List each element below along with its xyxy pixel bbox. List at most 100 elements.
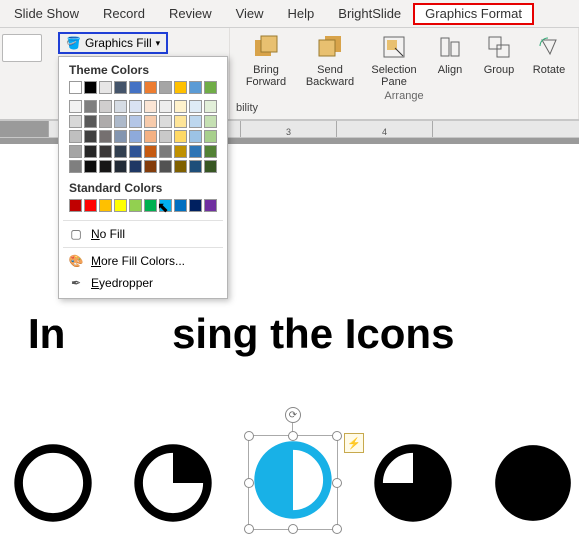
color-swatch[interactable]: [99, 81, 112, 94]
color-swatch[interactable]: [144, 145, 157, 158]
color-swatch[interactable]: [84, 100, 97, 113]
color-swatch[interactable]: [159, 100, 172, 113]
color-swatch[interactable]: [174, 199, 187, 212]
resize-handle[interactable]: [332, 524, 342, 534]
more-fill-colors-item[interactable]: 🎨 More Fill Colors...: [59, 250, 227, 272]
color-swatch[interactable]: [84, 130, 97, 143]
tab-brightslide[interactable]: BrightSlide: [326, 0, 413, 27]
tab-help[interactable]: Help: [276, 0, 327, 27]
eyedropper-item[interactable]: ✒ Eyedropper: [59, 272, 227, 294]
color-swatch[interactable]: [204, 81, 217, 94]
color-swatch[interactable]: [69, 81, 82, 94]
align-button[interactable]: Align: [430, 32, 470, 88]
color-swatch[interactable]: [84, 115, 97, 128]
color-swatch[interactable]: [114, 160, 127, 173]
color-swatch[interactable]: [174, 145, 187, 158]
color-swatch[interactable]: [114, 81, 127, 94]
color-swatch[interactable]: [99, 130, 112, 143]
color-swatch[interactable]: [69, 130, 82, 143]
color-swatch[interactable]: [129, 81, 142, 94]
resize-handle[interactable]: [332, 478, 342, 488]
color-swatch[interactable]: [159, 160, 172, 173]
color-swatch[interactable]: [114, 130, 127, 143]
color-swatch[interactable]: [84, 81, 97, 94]
color-swatch[interactable]: [159, 115, 172, 128]
no-fill-item[interactable]: ▢ No Fill: [59, 223, 227, 245]
selected-shape[interactable]: ⟳ ⚡: [250, 437, 336, 528]
color-swatch[interactable]: [144, 115, 157, 128]
color-swatch[interactable]: [174, 130, 187, 143]
color-swatch[interactable]: [204, 100, 217, 113]
color-swatch[interactable]: [204, 145, 217, 158]
color-swatch[interactable]: [204, 115, 217, 128]
color-swatch[interactable]: [99, 145, 112, 158]
color-swatch[interactable]: [174, 115, 187, 128]
color-swatch[interactable]: [114, 115, 127, 128]
graphics-fill-button[interactable]: 🪣 Graphics Fill ▾: [58, 32, 168, 54]
color-swatch[interactable]: [189, 115, 202, 128]
color-swatch[interactable]: [129, 115, 142, 128]
color-swatch[interactable]: [99, 115, 112, 128]
color-swatch[interactable]: [144, 81, 157, 94]
send-backward-button[interactable]: Send Backward: [302, 32, 358, 88]
color-swatch[interactable]: [159, 199, 172, 212]
color-swatch[interactable]: [99, 160, 112, 173]
tab-record[interactable]: Record: [91, 0, 157, 27]
resize-handle[interactable]: [288, 431, 298, 441]
color-swatch[interactable]: [84, 160, 97, 173]
color-swatch[interactable]: [69, 115, 82, 128]
color-swatch[interactable]: [84, 145, 97, 158]
color-swatch[interactable]: [99, 199, 112, 212]
resize-handle[interactable]: [244, 478, 254, 488]
circle-icon-empty[interactable]: [10, 440, 96, 526]
color-swatch[interactable]: [189, 199, 202, 212]
bring-forward-button[interactable]: Bring Forward: [238, 32, 294, 88]
color-swatch[interactable]: [129, 130, 142, 143]
color-swatch[interactable]: [99, 100, 112, 113]
selection-pane-button[interactable]: Selection Pane: [366, 32, 422, 88]
color-swatch[interactable]: [114, 145, 127, 158]
color-swatch[interactable]: [204, 160, 217, 173]
color-swatch[interactable]: [174, 160, 187, 173]
color-swatch[interactable]: [114, 100, 127, 113]
color-swatch[interactable]: [144, 130, 157, 143]
color-swatch[interactable]: [144, 199, 157, 212]
group-button[interactable]: Group: [478, 32, 520, 88]
color-swatch[interactable]: [144, 100, 157, 113]
color-swatch[interactable]: [189, 130, 202, 143]
color-swatch[interactable]: [159, 81, 172, 94]
color-swatch[interactable]: [114, 199, 127, 212]
color-swatch[interactable]: [189, 81, 202, 94]
color-swatch[interactable]: [189, 100, 202, 113]
color-swatch[interactable]: [174, 81, 187, 94]
color-swatch[interactable]: [69, 199, 82, 212]
smart-tag-icon[interactable]: ⚡: [344, 433, 364, 453]
color-swatch[interactable]: [159, 130, 172, 143]
rotate-handle-icon[interactable]: ⟳: [285, 407, 301, 423]
color-swatch[interactable]: [69, 160, 82, 173]
color-swatch[interactable]: [204, 130, 217, 143]
color-swatch[interactable]: [144, 160, 157, 173]
color-swatch[interactable]: [159, 145, 172, 158]
resize-handle[interactable]: [332, 431, 342, 441]
color-swatch[interactable]: [129, 160, 142, 173]
resize-handle[interactable]: [288, 524, 298, 534]
color-swatch[interactable]: [174, 100, 187, 113]
circle-icon-quarter[interactable]: [130, 440, 216, 526]
tab-review[interactable]: Review: [157, 0, 224, 27]
color-swatch[interactable]: [84, 199, 97, 212]
circle-icon-full[interactable]: [490, 440, 576, 526]
tab-slide-show[interactable]: Slide Show: [2, 0, 91, 27]
circle-icon-three-quarter[interactable]: [370, 440, 456, 526]
color-swatch[interactable]: [189, 160, 202, 173]
tab-graphics-format[interactable]: Graphics Format: [413, 3, 534, 25]
color-swatch[interactable]: [204, 199, 217, 212]
resize-handle[interactable]: [244, 431, 254, 441]
color-swatch[interactable]: [69, 100, 82, 113]
color-swatch[interactable]: [129, 100, 142, 113]
resize-handle[interactable]: [244, 524, 254, 534]
color-swatch[interactable]: [189, 145, 202, 158]
color-swatch[interactable]: [69, 145, 82, 158]
color-swatch[interactable]: [129, 199, 142, 212]
tab-view[interactable]: View: [224, 0, 276, 27]
